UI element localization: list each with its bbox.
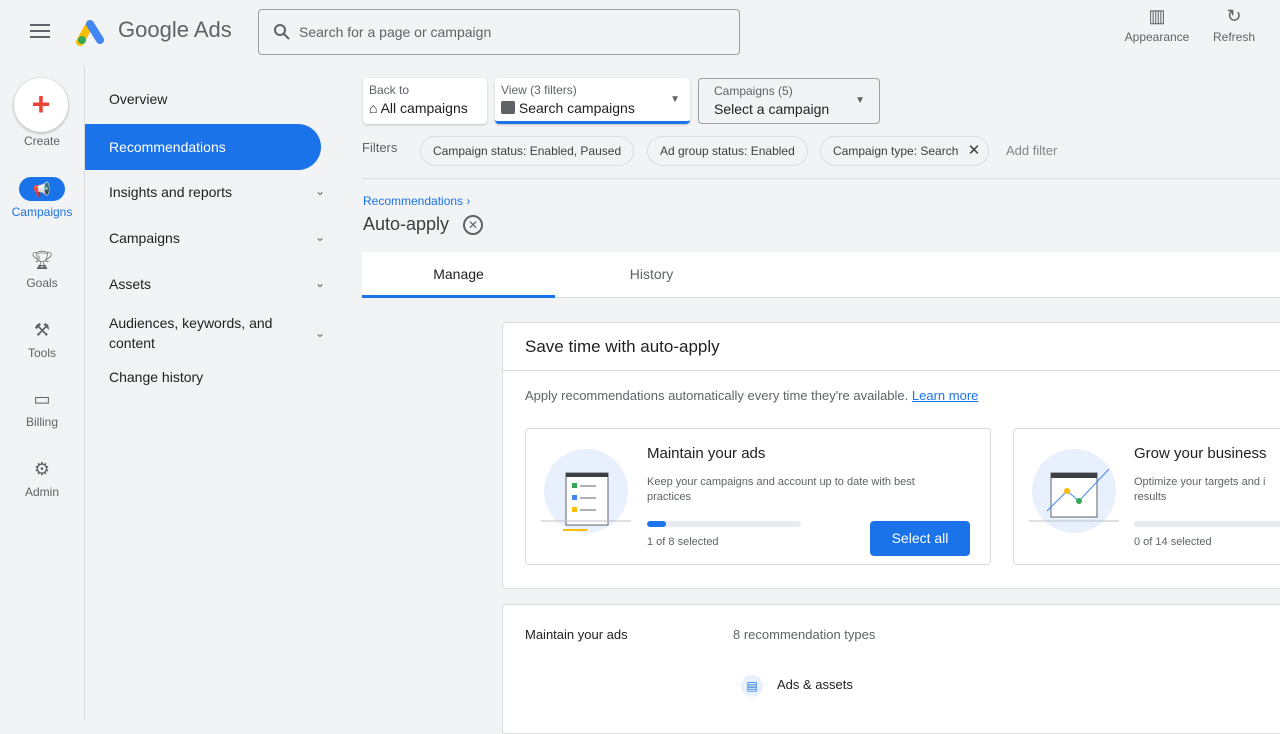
chevron-right-icon: › bbox=[466, 194, 471, 208]
rail-label: Tools bbox=[27, 346, 56, 360]
tab-history[interactable]: History bbox=[555, 252, 748, 298]
list-item[interactable]: Ads & assets bbox=[777, 677, 853, 692]
page-title: Auto-apply bbox=[363, 214, 450, 234]
home-icon: ⌂ bbox=[369, 100, 381, 116]
divider bbox=[362, 178, 1280, 179]
search-input[interactable]: Search for a page or campaign bbox=[258, 9, 740, 55]
rail-campaigns[interactable]: 📢 Campaigns bbox=[0, 177, 84, 219]
card-title: Maintain your ads bbox=[647, 445, 766, 462]
dropdown-arrow-icon: ▼ bbox=[855, 95, 865, 106]
campaigns-value: Select a campaign bbox=[714, 101, 830, 117]
filters-label: Filters bbox=[362, 140, 398, 155]
rail-goals[interactable]: 🏆︎ Goals bbox=[0, 248, 84, 290]
view-selector[interactable]: View (3 filters) Search campaigns ▼ bbox=[495, 78, 690, 124]
gear-icon: ⚙ bbox=[33, 459, 51, 479]
rail-label: Campaigns bbox=[11, 205, 73, 219]
search-placeholder: Search for a page or campaign bbox=[299, 24, 492, 40]
sidebar-item-assets[interactable]: Assets ⌄ bbox=[85, 276, 325, 292]
refresh-label: Refresh bbox=[1212, 30, 1256, 44]
breadcrumb-link[interactable]: Recommendations bbox=[363, 194, 463, 208]
card-desc: Keep your campaigns and account up to da… bbox=[647, 476, 915, 503]
nav-label: Audiences, keywords, and content bbox=[109, 315, 273, 351]
rail-label: Billing bbox=[25, 415, 58, 429]
chevron-down-icon: ⌄ bbox=[314, 184, 325, 198]
progress-bar bbox=[647, 521, 801, 527]
filter-chip[interactable]: Campaign type: Search ✕ bbox=[820, 136, 990, 166]
selected-count: 0 of 14 selected bbox=[1134, 536, 1212, 548]
credit-card-icon: ▭ bbox=[33, 389, 51, 409]
plus-icon: + bbox=[31, 86, 51, 122]
section-title: Maintain your ads bbox=[525, 627, 628, 642]
sidebar-item-insights[interactable]: Insights and reports ⌄ bbox=[85, 184, 325, 200]
back-label: Back to bbox=[369, 83, 410, 97]
sidebar-item-change-history[interactable]: Change history bbox=[85, 369, 321, 385]
tools-icon: ⚒ bbox=[33, 320, 51, 340]
appearance-label: Appearance bbox=[1124, 30, 1190, 44]
sidebar-item-audiences[interactable]: Audiences, keywords, and content ⌄ bbox=[85, 313, 325, 353]
rail-label: Admin bbox=[24, 485, 59, 499]
menu-icon[interactable] bbox=[30, 24, 50, 38]
sidebar-item-overview[interactable]: Overview bbox=[85, 91, 321, 107]
card-title: Save time with auto-apply bbox=[503, 323, 1280, 371]
add-filter-button[interactable]: Add filter bbox=[1006, 143, 1057, 158]
chip-label: Campaign type: Search bbox=[833, 144, 959, 158]
filter-chip[interactable]: Campaign status: Enabled, Paused bbox=[420, 136, 635, 166]
card-desc: Optimize your targets and i results bbox=[1134, 476, 1266, 503]
view-label: View (3 filters) bbox=[501, 83, 577, 97]
refresh-icon: ↻ bbox=[1226, 6, 1242, 26]
rail-billing[interactable]: ▭ Billing bbox=[0, 387, 84, 429]
close-circle-icon[interactable]: ✕ bbox=[463, 215, 483, 235]
chevron-down-icon: ⌄ bbox=[314, 276, 325, 290]
chevron-down-icon: ⌄ bbox=[314, 230, 325, 244]
progress-fill bbox=[647, 521, 667, 527]
card-description: Apply recommendations automatically ever… bbox=[525, 388, 978, 403]
app-name: Google Ads bbox=[118, 17, 232, 42]
sidebar-item-recommendations[interactable]: Recommendations bbox=[85, 124, 321, 170]
search-view-icon bbox=[501, 101, 515, 114]
rail-label: Goals bbox=[26, 276, 58, 290]
back-to-all-campaigns[interactable]: Back to ⌂ All campaigns bbox=[363, 78, 487, 124]
view-value: Search campaigns bbox=[518, 100, 635, 116]
tab-manage[interactable]: Manage bbox=[362, 252, 555, 298]
close-icon[interactable]: ✕ bbox=[968, 142, 981, 159]
card-title: Grow your business bbox=[1134, 445, 1267, 462]
rail-admin[interactable]: ⚙ Admin bbox=[0, 457, 84, 499]
maintain-ads-card: Maintain your ads Keep your campaigns an… bbox=[525, 428, 991, 565]
appearance-button[interactable]: ▥ Appearance bbox=[1122, 6, 1192, 44]
nav-label: Campaigns bbox=[109, 230, 180, 246]
campaigns-label: Campaigns (5) bbox=[714, 84, 793, 98]
refresh-button[interactable]: ↻ Refresh bbox=[1199, 6, 1269, 44]
rail-tools[interactable]: ⚒ Tools bbox=[0, 318, 84, 360]
breadcrumb[interactable]: Recommendations › bbox=[363, 194, 470, 208]
desc-text: Apply recommendations automatically ever… bbox=[525, 388, 909, 403]
progress-bar bbox=[1134, 521, 1280, 527]
type-count: 8 recommendation types bbox=[733, 627, 876, 642]
dropdown-arrow-icon: ▼ bbox=[670, 94, 680, 105]
megaphone-icon: 📢 bbox=[19, 177, 65, 201]
trophy-icon: 🏆︎ bbox=[30, 250, 54, 270]
search-icon bbox=[274, 24, 290, 40]
create-label: Create bbox=[23, 134, 61, 148]
chevron-down-icon: ⌄ bbox=[314, 326, 325, 340]
create-button[interactable]: + bbox=[14, 78, 68, 132]
recommendation-types-card: Maintain your ads 8 recommendation types… bbox=[502, 604, 1280, 734]
sidebar-item-campaigns[interactable]: Campaigns ⌄ bbox=[85, 230, 325, 246]
checklist-illustration bbox=[541, 449, 631, 533]
appearance-icon: ▥ bbox=[1148, 6, 1166, 26]
nav-label: Insights and reports bbox=[109, 184, 232, 200]
tab-bar: Manage History bbox=[362, 252, 1280, 298]
nav-label: Assets bbox=[109, 276, 152, 292]
google-ads-logo bbox=[76, 20, 104, 46]
selected-count: 1 of 8 selected bbox=[647, 536, 719, 548]
ads-assets-icon: ▤ bbox=[741, 675, 763, 697]
back-value: All campaigns bbox=[380, 100, 468, 116]
grow-business-card: Grow your business Optimize your targets… bbox=[1013, 428, 1280, 565]
campaign-selector[interactable]: Campaigns (5) Select a campaign ▼ bbox=[698, 78, 880, 124]
auto-apply-card: Save time with auto-apply Apply recommen… bbox=[502, 322, 1280, 589]
sidebar: Overview Recommendations Insights and re… bbox=[84, 66, 346, 720]
growth-chart-illustration bbox=[1029, 449, 1119, 533]
select-all-button[interactable]: Select all bbox=[870, 521, 970, 556]
filter-chip[interactable]: Ad group status: Enabled bbox=[647, 136, 808, 166]
learn-more-link[interactable]: Learn more bbox=[912, 388, 978, 403]
